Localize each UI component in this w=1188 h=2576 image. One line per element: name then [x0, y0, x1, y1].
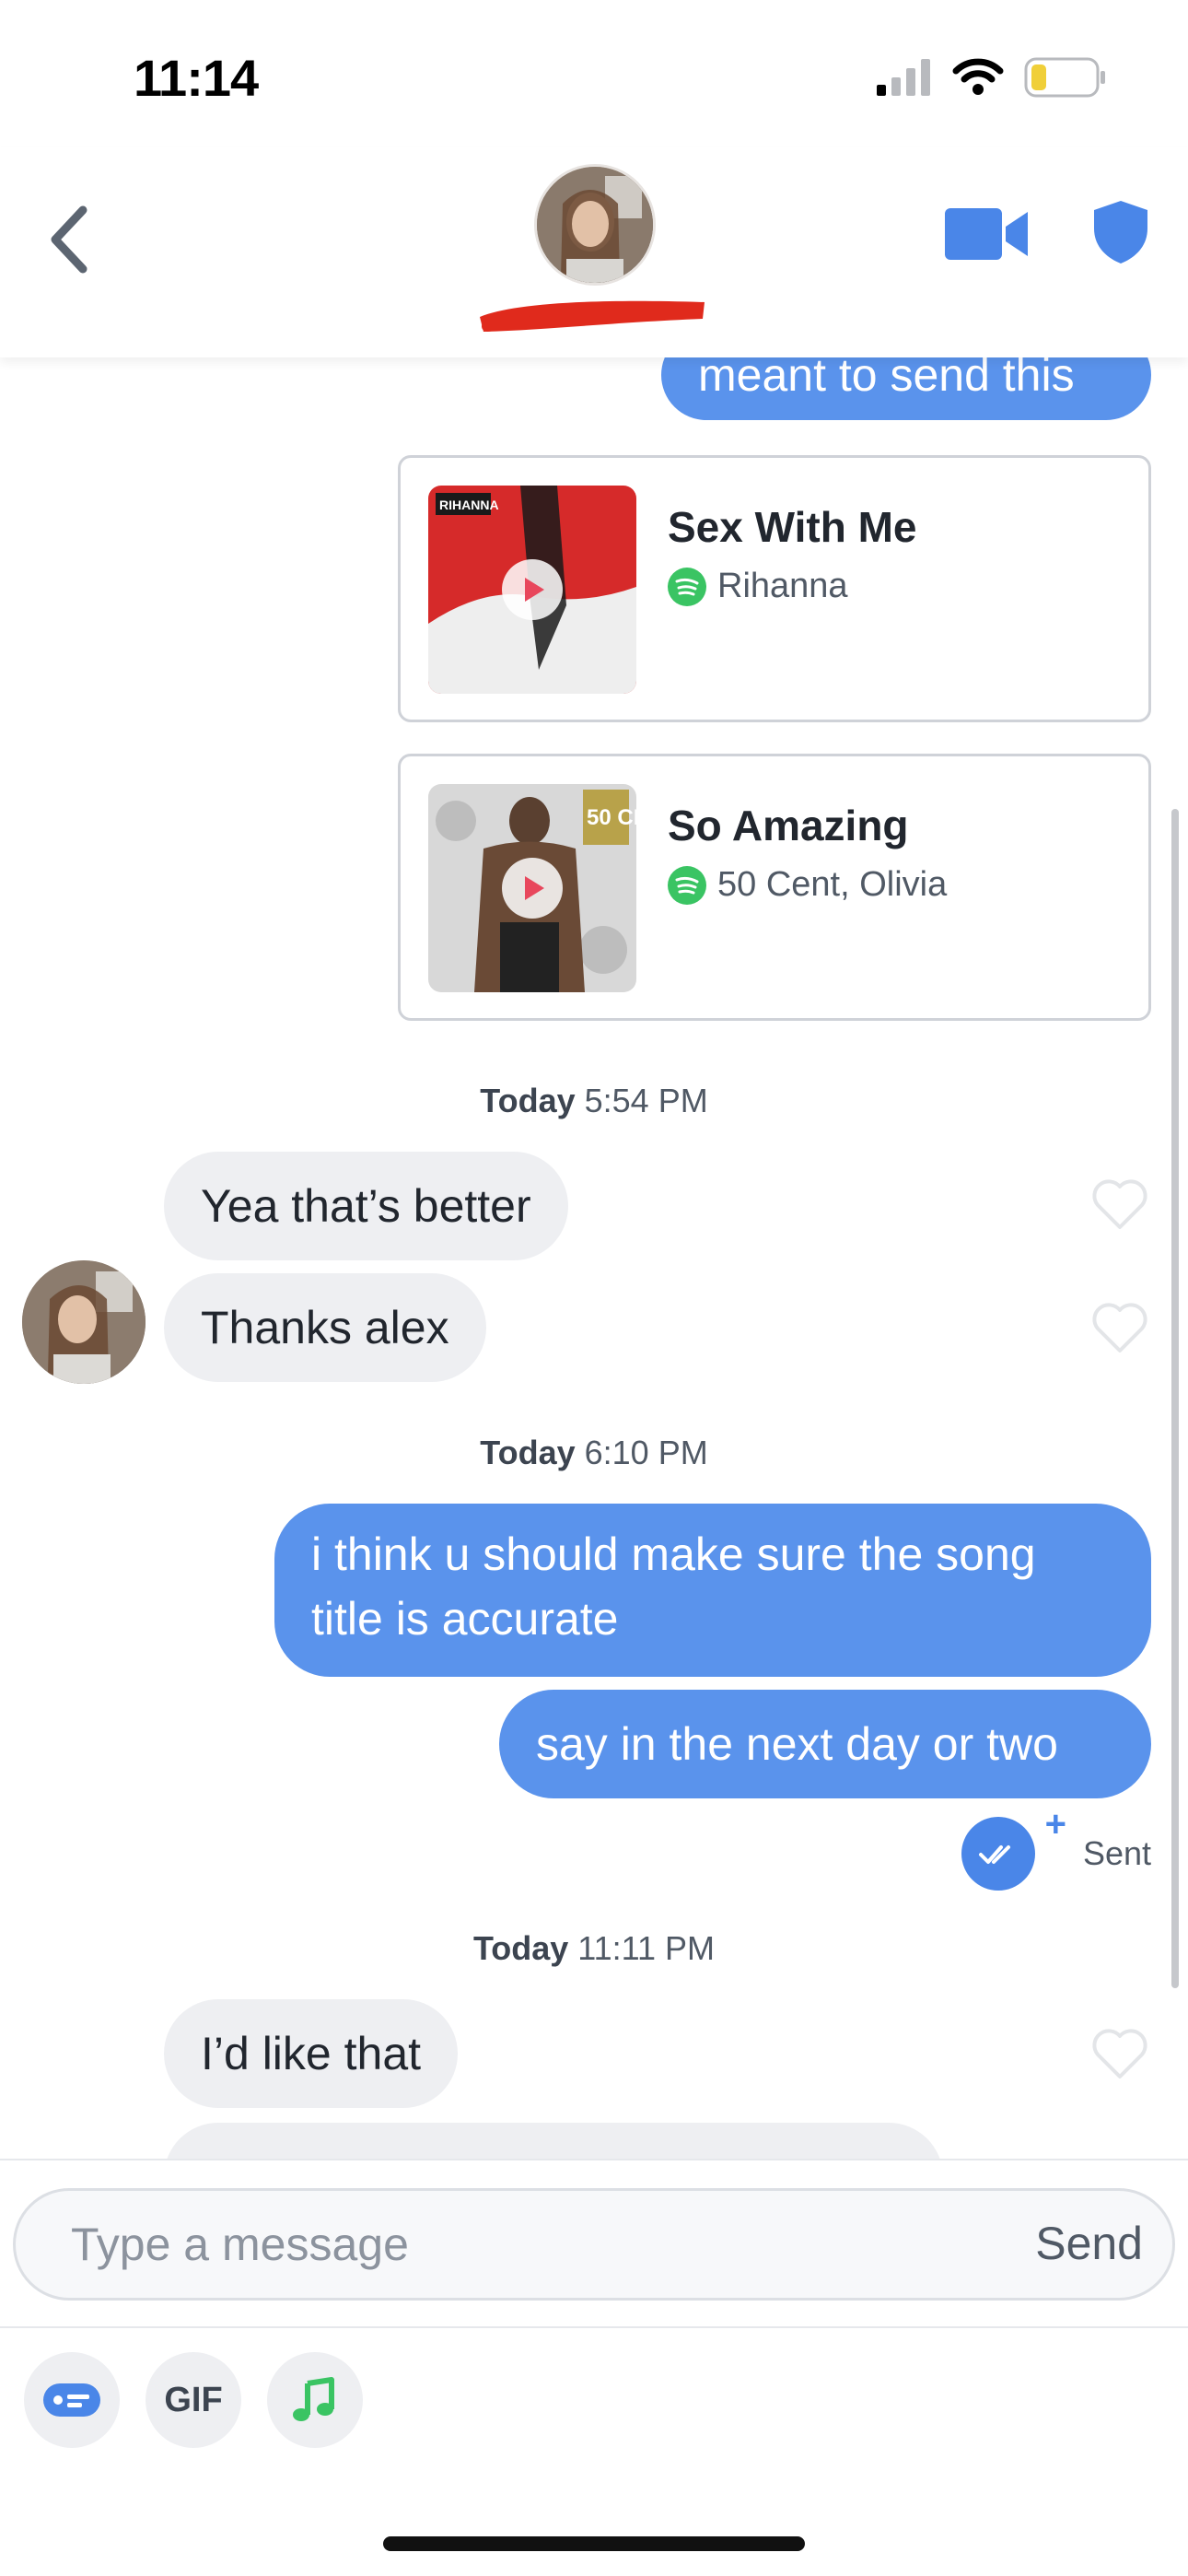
message-input-container[interactable]: Send: [13, 2188, 1175, 2301]
prompt-card-button[interactable]: [24, 2352, 120, 2448]
album-art: RIHANNA: [428, 486, 636, 694]
music-note-icon: [293, 2377, 334, 2421]
like-heart-icon[interactable]: [1090, 1301, 1149, 1354]
play-button[interactable]: [502, 559, 563, 620]
safety-shield-button[interactable]: [1092, 199, 1149, 265]
message-input[interactable]: [71, 2191, 900, 2298]
sent-badge[interactable]: +: [961, 1804, 1066, 1891]
name-redaction: [480, 300, 705, 332]
play-button[interactable]: [502, 858, 563, 919]
timestamp-time: 6:10 PM: [584, 1434, 708, 1471]
read-receipt: + Sent: [961, 1804, 1151, 1891]
match-avatar[interactable]: [534, 164, 656, 286]
battery-icon: [1024, 57, 1105, 98]
wifi-icon: [952, 58, 1004, 95]
message-text: say in the next day or two: [536, 1718, 1058, 1770]
timestamp-day: Today: [480, 1434, 576, 1471]
incoming-message: Thanks alex: [164, 1273, 486, 1382]
back-button[interactable]: [37, 193, 101, 286]
music-button[interactable]: [267, 2352, 363, 2448]
video-camera-icon: [945, 208, 1028, 260]
play-icon: [525, 578, 544, 602]
like-heart-icon[interactable]: [1090, 1177, 1149, 1231]
artist-name: 50 Cent, Olivia: [717, 865, 948, 904]
avatar-photo: [537, 167, 653, 283]
home-indicator[interactable]: [383, 2536, 805, 2551]
shield-icon: [1094, 201, 1147, 263]
status-time: 11:14: [134, 49, 259, 107]
gif-label: GIF: [164, 2380, 223, 2419]
avatar-photo: [22, 1260, 146, 1384]
chevron-left-icon: [51, 205, 87, 274]
status-icons: [877, 57, 1107, 98]
cellular-signal-icon: [877, 59, 930, 96]
match-avatar-small[interactable]: [22, 1260, 146, 1384]
song-card[interactable]: 50 CENT So Amazing 50 Cent, Olivia: [398, 754, 1151, 1021]
scrollbar[interactable]: [1171, 809, 1179, 1988]
artist-name: Rihanna: [717, 567, 848, 605]
spotify-icon: [668, 865, 706, 905]
timestamp: Today 11:11 PM: [0, 1929, 1188, 1968]
spotify-icon: [668, 567, 706, 606]
timestamp: Today 5:54 PM: [0, 1082, 1188, 1120]
incoming-message: I’d like that: [164, 1999, 459, 2108]
song-card[interactable]: RIHANNA Sex With Me Rihanna: [398, 455, 1151, 722]
timestamp-day: Today: [472, 1929, 569, 1967]
song-title: So Amazing: [668, 802, 909, 849]
chat-card-icon: [43, 2383, 100, 2417]
incoming-message: Yea that’s better: [164, 1152, 568, 1260]
message-text: Thanks alex: [201, 1302, 449, 1353]
composer-divider: [0, 2326, 1188, 2328]
outgoing-message: i think u should make sure the song titl…: [274, 1504, 1151, 1677]
message-text: Yea that’s better: [201, 1180, 531, 1232]
song-title: Sex With Me: [668, 503, 917, 551]
incoming-message-partial: [164, 2123, 943, 2159]
outgoing-message: say in the next day or two: [499, 1690, 1151, 1798]
svg-text:RIHANNA: RIHANNA: [439, 498, 499, 512]
message-list[interactable]: meant to send this RIHANNA Sex With Me R…: [0, 357, 1188, 2159]
song-artist-row: Rihanna: [668, 567, 848, 606]
timestamp: Today 6:10 PM: [0, 1434, 1188, 1472]
status-bar: 11:14: [0, 0, 1188, 157]
message-composer: Send GIF: [0, 2159, 1188, 2576]
video-call-button[interactable]: [945, 206, 1030, 262]
gif-button[interactable]: GIF: [146, 2352, 241, 2448]
message-text: i think u should make sure the song titl…: [311, 1528, 1036, 1645]
outgoing-message: meant to send this: [661, 357, 1151, 420]
message-text: I’d like that: [201, 2028, 422, 2079]
plus-icon: +: [1044, 1804, 1066, 1844]
timestamp-time: 11:11 PM: [577, 1929, 716, 1967]
play-icon: [525, 876, 544, 900]
like-heart-icon[interactable]: [1090, 2027, 1149, 2080]
album-art: 50 CENT: [428, 784, 636, 992]
sent-label: Sent: [1082, 1834, 1151, 1872]
chat-header: [0, 147, 1188, 357]
send-button[interactable]: Send: [1035, 2217, 1143, 2270]
double-check-icon: [978, 1845, 1010, 1864]
timestamp-time: 5:54 PM: [584, 1082, 708, 1119]
svg-text:50 CENT: 50 CENT: [587, 805, 636, 830]
message-text: meant to send this: [698, 357, 1075, 401]
timestamp-day: Today: [480, 1082, 576, 1119]
song-artist-row: 50 Cent, Olivia: [668, 865, 947, 905]
